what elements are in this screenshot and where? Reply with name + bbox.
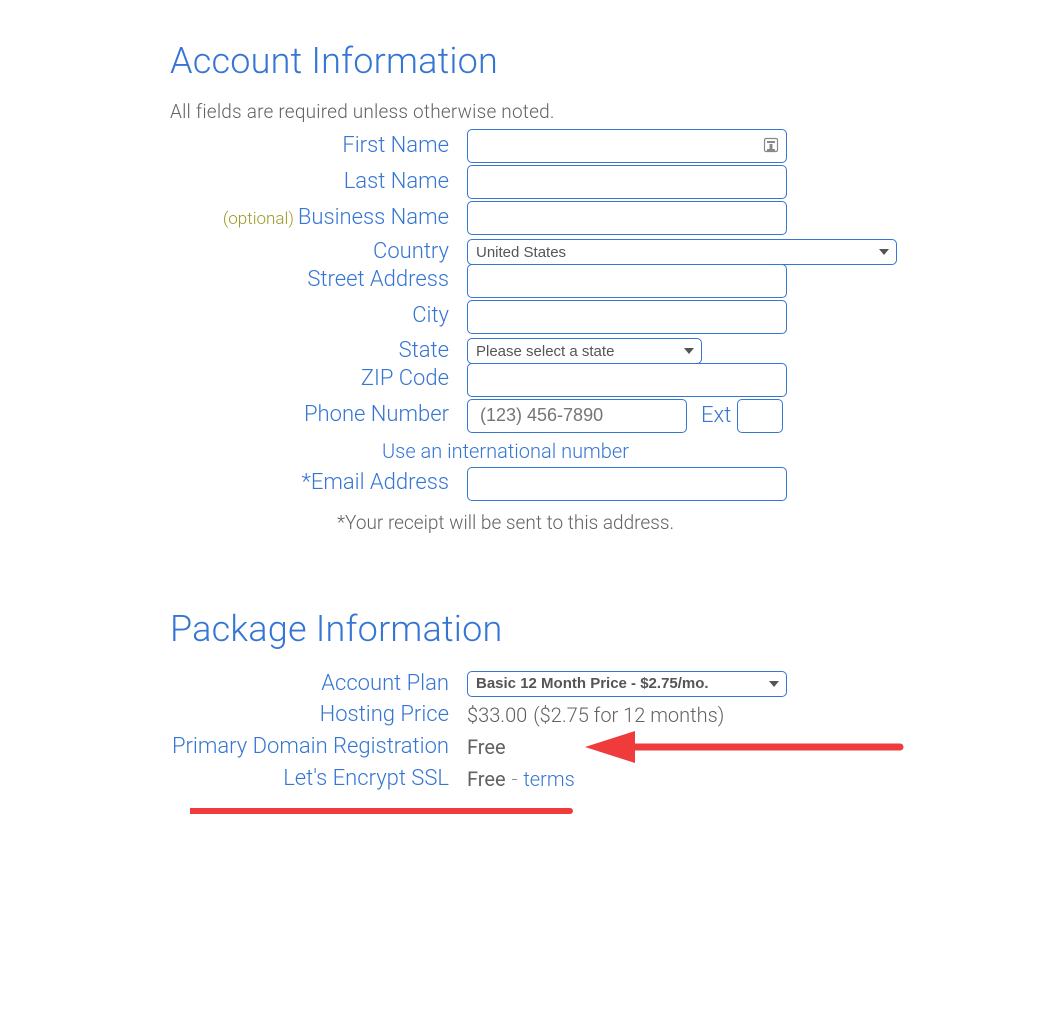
ext-label: Ext [701,403,731,428]
country-label: Country [170,237,467,268]
primary-domain-value: Free [467,735,506,759]
last-name-label: Last Name [170,167,467,198]
phone-input[interactable] [467,399,687,433]
hosting-price-detail: ($2.75 for 12 months) [533,703,724,727]
ssl-dash: - [512,767,518,791]
state-label: State [170,336,467,367]
ext-input[interactable] [737,399,783,433]
first-name-label: First Name [170,131,467,162]
contact-autofill-icon [763,137,781,155]
phone-label: Phone Number [170,400,467,431]
state-select[interactable]: Please select a state [467,338,702,364]
business-name-label: Business Name [298,205,449,230]
ssl-value: Free [467,767,506,791]
account-info-heading: Account Information [170,40,871,82]
hosting-price-label: Hosting Price [170,699,467,731]
email-input[interactable] [467,467,787,501]
intl-number-link[interactable]: Use an international number [140,439,871,463]
city-input[interactable] [467,300,787,334]
last-name-input[interactable] [467,165,787,199]
email-receipt-note: *Your receipt will be sent to this addre… [140,511,871,534]
hosting-price-value: $33.00 [467,703,527,727]
first-name-input[interactable] [467,129,787,163]
zip-label: ZIP Code [170,364,467,395]
country-select[interactable]: United States [467,239,897,265]
primary-domain-label: Primary Domain Registration [170,731,467,763]
optional-tag: (optional) [223,209,294,229]
email-label: *Email Address [170,468,467,499]
account-plan-select[interactable]: Basic 12 Month Price - $2.75/mo. [467,671,787,697]
ssl-label: Let's Encrypt SSL [170,763,467,795]
ssl-terms-link[interactable]: terms [523,767,574,791]
account-plan-label: Account Plan [170,668,467,700]
street-address-label: Street Address [170,265,467,296]
zip-input[interactable] [467,363,787,397]
business-name-input[interactable] [467,201,787,235]
city-label: City [170,301,467,332]
street-address-input[interactable] [467,264,787,298]
package-info-heading: Package Information [170,608,871,650]
required-fields-note: All fields are required unless otherwise… [170,100,871,123]
